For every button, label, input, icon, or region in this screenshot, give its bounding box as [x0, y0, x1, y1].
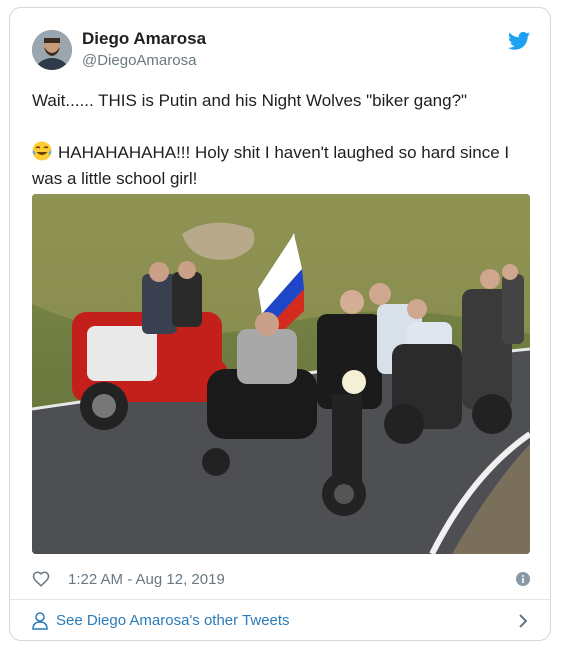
see-other-tweets-label[interactable]: See Diego Amarosa's other Tweets [56, 612, 290, 629]
chevron-right-icon[interactable] [518, 613, 528, 629]
tweet-card: Diego Amarosa @DiegoAmarosa Wait...... T… [9, 7, 551, 641]
tweet-body: Wait...... THIS is Putin and his Night W… [32, 88, 530, 192]
tweet-text-line2: HAHAHAHAHA!!! Holy shit I haven't laughe… [32, 143, 514, 188]
tweet-timestamp[interactable]: 1:22 AM - Aug 12, 2019 [68, 571, 225, 588]
tweet-meta: 1:22 AM - Aug 12, 2019 [32, 568, 530, 592]
avatar[interactable] [32, 30, 72, 70]
heart-icon[interactable] [32, 570, 50, 588]
author-name[interactable]: Diego Amarosa [82, 29, 206, 49]
twitter-bird-icon[interactable] [508, 31, 530, 51]
tweet-text-line1: Wait...... THIS is Putin and his Night W… [32, 91, 468, 110]
person-icon [32, 612, 48, 630]
tweet-photo[interactable] [32, 194, 530, 554]
info-icon[interactable] [516, 572, 530, 586]
divider [10, 599, 550, 600]
see-other-tweets-link[interactable]: See Diego Amarosa's other Tweets [32, 609, 530, 633]
author-handle[interactable]: @DiegoAmarosa [82, 52, 196, 69]
laughing-crying-emoji-icon [32, 141, 52, 161]
